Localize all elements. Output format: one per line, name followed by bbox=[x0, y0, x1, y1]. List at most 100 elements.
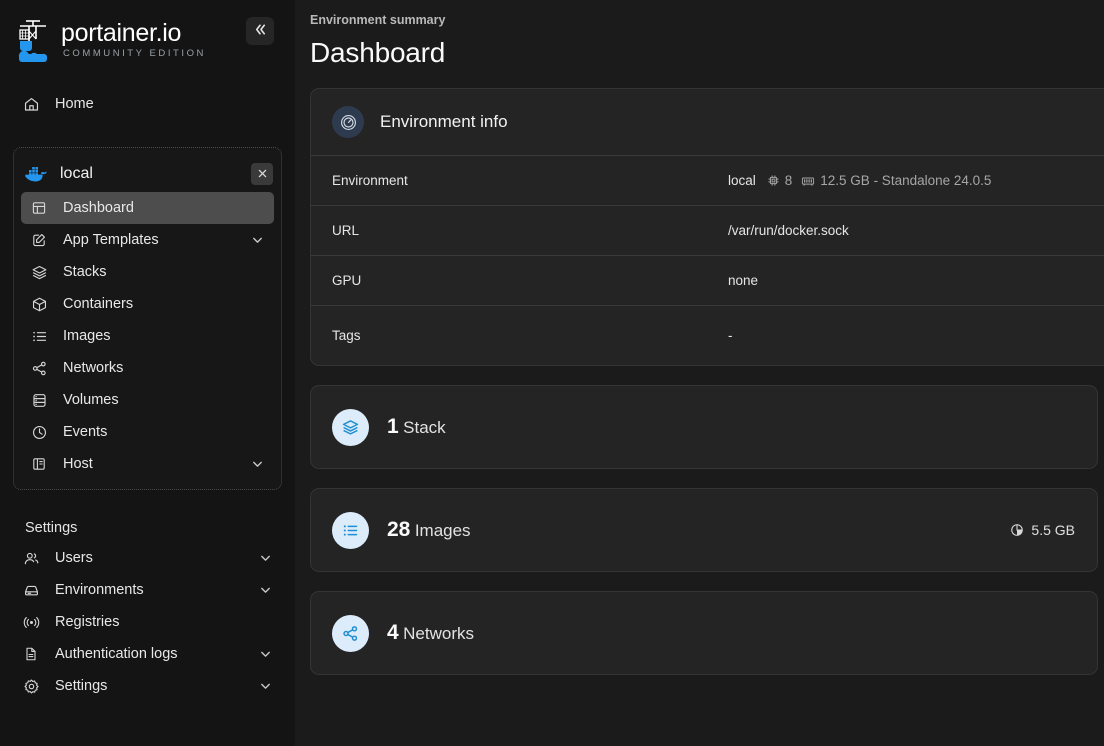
info-row-tags: Tags - bbox=[311, 305, 1104, 365]
images-total-size: 5.5 GB bbox=[1010, 522, 1075, 538]
chevron-down-icon[interactable] bbox=[259, 680, 272, 693]
stat-count: 1 bbox=[387, 414, 399, 438]
pie-chart-icon bbox=[1010, 523, 1024, 537]
brand-header: portainer.io COMMUNITY EDITION bbox=[0, 0, 295, 66]
environment-name: local bbox=[60, 164, 93, 182]
environment-nav-box: local Dashboard App Templates Stacks Con… bbox=[13, 147, 282, 490]
stat-count: 4 bbox=[387, 620, 399, 644]
sidebar-item-networks[interactable]: Networks bbox=[21, 352, 274, 384]
sidebar-item-settings[interactable]: Settings bbox=[13, 670, 282, 702]
environment-selector[interactable]: local bbox=[14, 155, 281, 192]
sidebar-item-users-label: Users bbox=[55, 550, 93, 566]
chevron-down-icon[interactable] bbox=[251, 234, 264, 247]
info-row-url: URL /var/run/docker.sock bbox=[311, 205, 1104, 255]
sidebar-item-events[interactable]: Events bbox=[21, 416, 274, 448]
sidebar-item-host-label: Host bbox=[63, 456, 93, 472]
environment-value-name: local bbox=[728, 173, 756, 188]
memory-icon bbox=[801, 174, 815, 188]
sidebar-item-networks-label: Networks bbox=[63, 360, 124, 376]
edit-square-icon bbox=[29, 230, 49, 250]
document-icon bbox=[21, 644, 41, 664]
close-icon[interactable] bbox=[251, 162, 273, 185]
stat-label: Images bbox=[414, 520, 471, 540]
users-icon bbox=[21, 548, 41, 568]
portainer-crane-logo-icon bbox=[14, 17, 52, 63]
stat-text: 1 Stack bbox=[387, 414, 446, 438]
sidebar-item-images-label: Images bbox=[63, 328, 111, 344]
info-row-gpu: GPU none bbox=[311, 255, 1104, 305]
info-key: URL bbox=[332, 223, 360, 238]
stat-card-networks[interactable]: 4 Networks bbox=[310, 591, 1098, 675]
info-key: GPU bbox=[332, 273, 362, 288]
stat-label: Networks bbox=[403, 623, 474, 643]
dashboard-layout-icon bbox=[29, 198, 49, 218]
sidebar-item-authentication-logs[interactable]: Authentication logs bbox=[13, 638, 282, 670]
sidebar-item-home-label: Home bbox=[55, 96, 94, 112]
info-row-environment: Environment local 8 12.5 GB - Standalone… bbox=[311, 155, 1104, 205]
environment-info-card: Environment info Environment local 8 12.… bbox=[310, 88, 1104, 366]
box-icon bbox=[29, 294, 49, 314]
share-network-icon bbox=[332, 614, 369, 652]
stat-text: 28 Images bbox=[387, 517, 471, 541]
sidebar-item-dashboard-label: Dashboard bbox=[63, 200, 134, 216]
sidebar-item-events-label: Events bbox=[63, 424, 108, 440]
gear-icon bbox=[21, 676, 41, 696]
database-icon bbox=[29, 390, 49, 410]
chevron-down-icon[interactable] bbox=[259, 648, 272, 661]
stat-text: 4 Networks bbox=[387, 620, 474, 644]
sidebar: portainer.io COMMUNITY EDITION Home loca… bbox=[0, 0, 295, 746]
gauge-icon bbox=[332, 106, 364, 138]
sidebar-collapse-button[interactable] bbox=[246, 17, 274, 45]
sidebar-item-dashboard[interactable]: Dashboard bbox=[21, 192, 274, 224]
settings-section-title: Settings bbox=[25, 520, 78, 536]
sidebar-item-registries[interactable]: Registries bbox=[13, 606, 282, 638]
list-icon bbox=[29, 326, 49, 346]
environment-hardware-meta: 8 12.5 GB - Standalone 24.0.5 bbox=[756, 173, 991, 188]
sidebar-item-app-templates-label: App Templates bbox=[63, 232, 159, 248]
environment-info-title: Environment info bbox=[380, 112, 508, 131]
sidebar-item-home[interactable]: Home bbox=[13, 88, 282, 120]
info-key: Tags bbox=[332, 328, 361, 343]
server-panel-icon bbox=[29, 454, 49, 474]
sidebar-item-app-templates[interactable]: App Templates bbox=[21, 224, 274, 256]
sidebar-item-environments-label: Environments bbox=[55, 582, 144, 598]
info-value: /var/run/docker.sock bbox=[728, 223, 849, 238]
sidebar-item-authentication-logs-label: Authentication logs bbox=[55, 646, 178, 662]
docker-whale-icon bbox=[23, 162, 47, 186]
chevron-down-icon[interactable] bbox=[251, 458, 264, 471]
stat-count: 28 bbox=[387, 517, 411, 541]
sidebar-item-volumes-label: Volumes bbox=[63, 392, 119, 408]
page-title: Dashboard bbox=[310, 37, 446, 68]
sidebar-item-containers[interactable]: Containers bbox=[21, 288, 274, 320]
info-key: Environment bbox=[332, 173, 408, 188]
sidebar-item-stacks[interactable]: Stacks bbox=[21, 256, 274, 288]
environment-nav-list: Dashboard App Templates Stacks Container… bbox=[14, 192, 281, 480]
stat-card-stacks[interactable]: 1 Stack bbox=[310, 385, 1098, 469]
sidebar-item-host[interactable]: Host bbox=[21, 448, 274, 480]
stat-card-images[interactable]: 28 Images 5.5 GB bbox=[310, 488, 1098, 572]
settings-nav-list: Users Environments Registries Authentica… bbox=[0, 542, 295, 702]
clock-icon bbox=[29, 422, 49, 442]
sidebar-item-containers-label: Containers bbox=[63, 296, 134, 312]
sidebar-item-volumes[interactable]: Volumes bbox=[21, 384, 274, 416]
cpu-count: 8 bbox=[784, 173, 793, 188]
stat-label: Stack bbox=[403, 417, 446, 437]
home-nav-group: Home bbox=[0, 88, 295, 120]
sidebar-item-stacks-label: Stacks bbox=[63, 264, 107, 280]
brand-name: portainer.io bbox=[61, 19, 182, 48]
breadcrumb: Environment summary bbox=[310, 13, 446, 27]
brand-edition: COMMUNITY EDITION bbox=[63, 48, 206, 60]
radio-icon bbox=[21, 612, 41, 632]
main-content: Environment summary Dashboard Environmen… bbox=[295, 0, 1104, 746]
chevron-down-icon[interactable] bbox=[259, 584, 272, 597]
info-value: - bbox=[728, 328, 733, 343]
layers-icon bbox=[332, 408, 369, 446]
sidebar-item-users[interactable]: Users bbox=[13, 542, 282, 574]
sidebar-item-registries-label: Registries bbox=[55, 614, 120, 630]
home-icon bbox=[21, 94, 41, 114]
sidebar-item-settings-label: Settings bbox=[55, 678, 108, 694]
chevron-down-icon[interactable] bbox=[259, 552, 272, 565]
sidebar-item-environments[interactable]: Environments bbox=[13, 574, 282, 606]
sidebar-item-images[interactable]: Images bbox=[21, 320, 274, 352]
share-network-icon bbox=[29, 358, 49, 378]
